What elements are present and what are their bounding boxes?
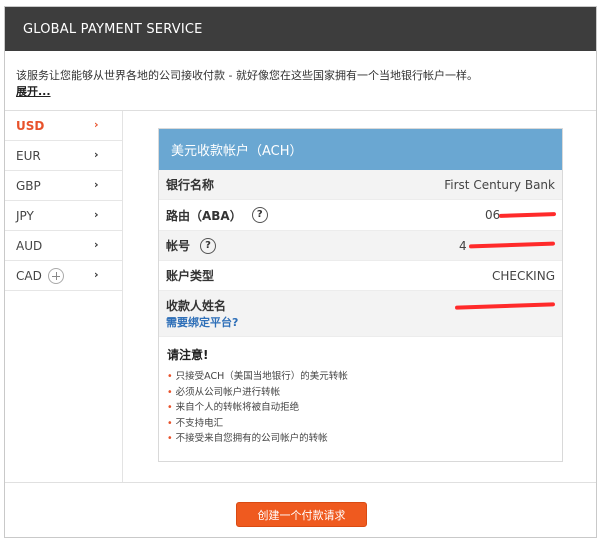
account-card: 美元收款帐户（ACH） 银行名称 First Century Bank 路由（A… xyxy=(158,128,563,462)
sidebar-item-label: CAD xyxy=(16,268,42,283)
create-payment-request-button[interactable]: 创建一个付款请求 xyxy=(236,502,367,527)
notes-title: 请注意! xyxy=(167,348,209,362)
intro-text: 该服务让您能够从世界各地的公司接收付款 - 就好像您在这些国家拥有一个当地银行帐… xyxy=(16,69,478,82)
account-type-label: 账户类型 xyxy=(166,269,215,283)
plus-circle-icon[interactable] xyxy=(47,267,64,284)
note-item: • 必须从公司帐户进行转帐 xyxy=(167,385,555,401)
intro-section: 该服务让您能够从世界各地的公司接收付款 - 就好像您在这些国家拥有一个当地银行帐… xyxy=(5,51,596,111)
payment-window: GLOBAL PAYMENT SERVICE 该服务让您能够从世界各地的公司接收… xyxy=(4,6,597,538)
sidebar-item-label: GBP xyxy=(16,178,41,193)
bullet-icon: • xyxy=(167,417,173,429)
help-icon[interactable]: ? xyxy=(251,207,268,223)
note-text: 只接受ACH（美国当地银行）的美元转帐 xyxy=(175,371,348,382)
sidebar-item-label: AUD xyxy=(16,238,43,253)
redaction-mark xyxy=(454,302,556,310)
sidebar-item-jpy[interactable]: JPY › xyxy=(5,201,122,231)
footer: 创建一个付款请求 xyxy=(5,482,596,537)
account-type-row: 账户类型 CHECKING xyxy=(159,261,562,291)
routing-label: 路由（ABA） xyxy=(166,208,242,223)
sidebar-item-cad[interactable]: CAD › xyxy=(5,261,122,291)
bullet-icon: • xyxy=(167,433,173,444)
account-type-value: CHECKING xyxy=(491,268,555,283)
beneficiary-row: 收款人姓名 需要绑定平台? xyxy=(159,291,562,337)
redaction-mark xyxy=(498,212,557,218)
page-header: GLOBAL PAYMENT SERVICE xyxy=(5,7,596,51)
help-icon[interactable]: ? xyxy=(200,237,217,254)
page-title: GLOBAL PAYMENT SERVICE xyxy=(23,21,203,37)
chevron-right-icon: › xyxy=(94,148,99,161)
bullet-icon: • xyxy=(167,402,173,413)
bank-name-label: 银行名称 xyxy=(166,178,215,192)
note-text: 来自个人的转帐将被自动拒绝 xyxy=(175,402,300,413)
sidebar-item-usd[interactable]: USD › xyxy=(5,111,122,141)
routing-row: 路由（ABA） ? 06 xyxy=(159,200,562,231)
account-number-row: 帐号 ? 4 xyxy=(159,231,562,261)
beneficiary-label: 收款人姓名 xyxy=(166,299,227,313)
note-item: • 不支持电汇 xyxy=(167,416,555,432)
sidebar-item-eur[interactable]: EUR › xyxy=(5,141,122,171)
bank-name-value: First Century Bank xyxy=(444,177,555,192)
bullet-icon: • xyxy=(167,386,173,398)
note-text: 必须从公司帐户进行转帐 xyxy=(175,386,281,398)
notes-section: 请注意! • 只接受ACH（美国当地银行）的美元转帐 • 必须从公司帐户进行转帐 •… xyxy=(159,337,562,447)
note-text: 不支持电汇 xyxy=(175,417,224,429)
bullet-icon: • xyxy=(167,371,173,382)
account-number-value-text: 4 xyxy=(459,238,467,253)
bank-name-row: 银行名称 First Century Bank xyxy=(159,170,562,200)
expand-link[interactable]: 展开... xyxy=(16,85,51,98)
chevron-right-icon: › xyxy=(94,238,99,251)
chevron-right-icon: › xyxy=(94,118,99,131)
currency-sidebar: USD › EUR › GBP › JPY › AUD › CAD › xyxy=(5,111,123,482)
sidebar-item-gbp[interactable]: GBP › xyxy=(5,171,122,201)
sidebar-item-label: EUR xyxy=(16,148,41,163)
sidebar-item-label: USD xyxy=(16,118,45,133)
sidebar-item-aud[interactable]: AUD › xyxy=(5,231,122,261)
chevron-right-icon: › xyxy=(94,208,99,221)
account-number-value: 4 xyxy=(459,238,556,253)
account-number-label-group: 帐号 ? xyxy=(166,237,217,254)
beneficiary-value-redacted xyxy=(454,300,556,314)
account-card-header: 美元收款帐户（ACH） xyxy=(159,129,562,170)
note-item: • 只接受ACH（美国当地银行）的美元转帐 xyxy=(167,369,555,385)
routing-value: 06 xyxy=(485,208,557,222)
note-item: • 来自个人的转帐将被自动拒绝 xyxy=(167,400,555,416)
account-number-label: 帐号 xyxy=(166,239,191,253)
routing-label-group: 路由（ABA） ? xyxy=(166,207,268,224)
main-body: USD › EUR › GBP › JPY › AUD › CAD › 美元收款… xyxy=(5,111,596,482)
beneficiary-label-group: 收款人姓名 需要绑定平台? xyxy=(166,297,238,330)
bind-platform-link[interactable]: 需要绑定平台? xyxy=(166,314,238,330)
sidebar-item-label: JPY xyxy=(16,208,34,223)
chevron-right-icon: › xyxy=(94,178,99,191)
chevron-right-icon: › xyxy=(94,268,99,281)
note-text: 不接受来自您拥有的公司帐户的转帐 xyxy=(175,433,328,444)
redaction-mark xyxy=(468,241,556,248)
note-item: • 不接受来自您拥有的公司帐户的转帐 xyxy=(167,431,555,447)
